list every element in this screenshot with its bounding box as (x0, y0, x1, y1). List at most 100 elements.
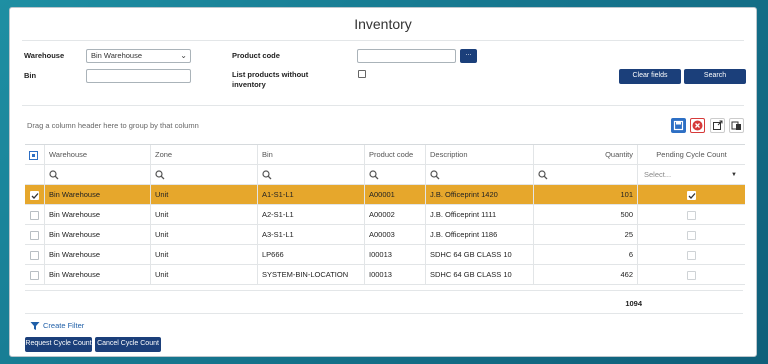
create-filter-link[interactable]: Create Filter (30, 321, 84, 331)
cell-pending-cycle-count (637, 245, 745, 264)
column-header-description[interactable]: Description (425, 145, 533, 164)
column-header-quantity[interactable]: Quantity (533, 145, 637, 164)
divider (22, 40, 744, 41)
pending-checkbox[interactable] (687, 250, 696, 260)
column-header-warehouse[interactable]: Warehouse (44, 145, 150, 164)
request-cycle-count-button[interactable]: Request Cycle Count (25, 337, 92, 352)
cell-bin: A1-S1-L1 (257, 185, 364, 204)
cell-product-code: I00013 (364, 265, 425, 284)
row-checkbox[interactable] (30, 271, 39, 280)
list-without-inventory-label-line1: List products without (232, 70, 309, 79)
row-select-cell[interactable] (25, 185, 44, 204)
cell-pending-cycle-count (637, 205, 745, 224)
column-header-product-code[interactable]: Product code (364, 145, 425, 164)
cancel-icon[interactable] (690, 118, 705, 133)
cell-description: J.B. Officeprint 1186 (425, 225, 533, 244)
cell-quantity: 462 (533, 265, 637, 284)
table-row[interactable]: Bin Warehouse Unit A3-S1-L1 A00003 J.B. Offi… (25, 225, 745, 245)
row-checkbox[interactable] (30, 251, 39, 260)
cell-quantity: 25 (533, 225, 637, 244)
inventory-grid: Warehouse Zone Bin Product code Descript… (25, 144, 745, 285)
pending-checkbox[interactable] (687, 270, 696, 280)
cell-pending-cycle-count (637, 265, 745, 284)
row-select-cell[interactable] (25, 245, 44, 264)
page-title: Inventory (354, 16, 412, 32)
chevron-down-icon: ⌄ (180, 51, 187, 60)
search-icon (538, 170, 548, 180)
pending-checkbox[interactable] (687, 230, 696, 240)
divider (25, 313, 743, 314)
cell-description: J.B. Officeprint 1111 (425, 205, 533, 224)
list-without-inventory-checkbox[interactable] (358, 70, 366, 78)
row-select-cell[interactable] (25, 225, 44, 244)
table-row[interactable]: Bin Warehouse Unit LP666 I00013 SDHC 64 GB C… (25, 245, 745, 265)
filter-warehouse[interactable] (44, 165, 150, 184)
cell-description: J.B. Officeprint 1420 (425, 185, 533, 204)
column-header-zone[interactable]: Zone (150, 145, 257, 164)
export-icon[interactable] (710, 118, 725, 133)
bin-input[interactable] (86, 69, 191, 83)
grid-header-row: Warehouse Zone Bin Product code Descript… (25, 145, 745, 165)
cell-warehouse: Bin Warehouse (44, 225, 150, 244)
row-select-cell[interactable] (25, 205, 44, 224)
list-without-inventory-label: List products without inventory (232, 70, 308, 90)
cell-bin: A2-S1-L1 (257, 205, 364, 224)
filter-product-code[interactable] (364, 165, 425, 184)
product-lookup-button[interactable]: ... (460, 49, 477, 63)
inventory-panel: Inventory Warehouse Bin Warehouse ⌄ Bin … (9, 7, 757, 357)
table-row[interactable]: Bin Warehouse Unit A1-S1-L1 A00001 J.B. Offi… (25, 185, 745, 205)
cell-bin: LP666 (257, 245, 364, 264)
cell-description: SDHC 64 GB CLASS 10 (425, 245, 533, 264)
cell-warehouse: Bin Warehouse (44, 265, 150, 284)
list-without-inventory-label-line2: inventory (232, 80, 266, 89)
select-all-checkbox[interactable] (29, 151, 38, 160)
cell-zone: Unit (150, 185, 257, 204)
cell-bin: A3-S1-L1 (257, 225, 364, 244)
filter-description[interactable] (425, 165, 533, 184)
filter-pending-select[interactable]: Select... ▼ (637, 165, 745, 184)
checkmark-icon (31, 193, 39, 199)
search-icon (155, 170, 165, 180)
cell-warehouse: Bin Warehouse (44, 245, 150, 264)
pending-checkbox[interactable] (687, 210, 696, 220)
search-button[interactable]: Search (684, 69, 746, 84)
filter-pending-placeholder: Select... (644, 170, 672, 179)
row-select-cell[interactable] (25, 265, 44, 284)
search-icon (262, 170, 272, 180)
cell-product-code: A00001 (364, 185, 425, 204)
cancel-cycle-count-button[interactable]: Cancel Cycle Count (95, 337, 161, 352)
cell-bin: SYSTEM-BIN-LOCATION (257, 265, 364, 284)
column-header-pending-cycle-count[interactable]: Pending Cycle Count (637, 145, 745, 164)
warehouse-label: Warehouse (24, 51, 65, 60)
search-icon (49, 170, 59, 180)
table-row[interactable]: Bin Warehouse Unit SYSTEM-BIN-LOCATION I000… (25, 265, 745, 285)
save-icon[interactable] (671, 118, 686, 133)
group-by-hint: Drag a column header here to group by th… (27, 121, 199, 130)
divider (25, 290, 743, 291)
chevron-down-icon: ▼ (731, 172, 737, 178)
filter-icon (30, 322, 40, 331)
clear-fields-button[interactable]: Clear fields (619, 69, 681, 84)
column-header-bin[interactable]: Bin (257, 145, 364, 164)
cell-quantity: 500 (533, 205, 637, 224)
filter-zone[interactable] (150, 165, 257, 184)
cell-product-code: A00002 (364, 205, 425, 224)
filter-bin[interactable] (257, 165, 364, 184)
pending-checkbox[interactable] (687, 190, 696, 200)
cell-quantity: 6 (533, 245, 637, 264)
row-checkbox[interactable] (30, 231, 39, 240)
table-row[interactable]: Bin Warehouse Unit A2-S1-L1 A00002 J.B. Offi… (25, 205, 745, 225)
columns-icon[interactable] (729, 118, 744, 133)
cell-description: SDHC 64 GB CLASS 10 (425, 265, 533, 284)
row-checkbox[interactable] (30, 191, 39, 200)
search-icon (430, 170, 440, 180)
cell-zone: Unit (150, 265, 257, 284)
select-all-cell[interactable] (25, 145, 44, 164)
row-checkbox[interactable] (30, 211, 39, 220)
search-icon (369, 170, 379, 180)
filter-spacer (25, 165, 44, 184)
filter-quantity[interactable] (533, 165, 637, 184)
product-code-input[interactable] (357, 49, 456, 63)
warehouse-select[interactable]: Bin Warehouse ⌄ (86, 49, 191, 63)
cell-product-code: I00013 (364, 245, 425, 264)
